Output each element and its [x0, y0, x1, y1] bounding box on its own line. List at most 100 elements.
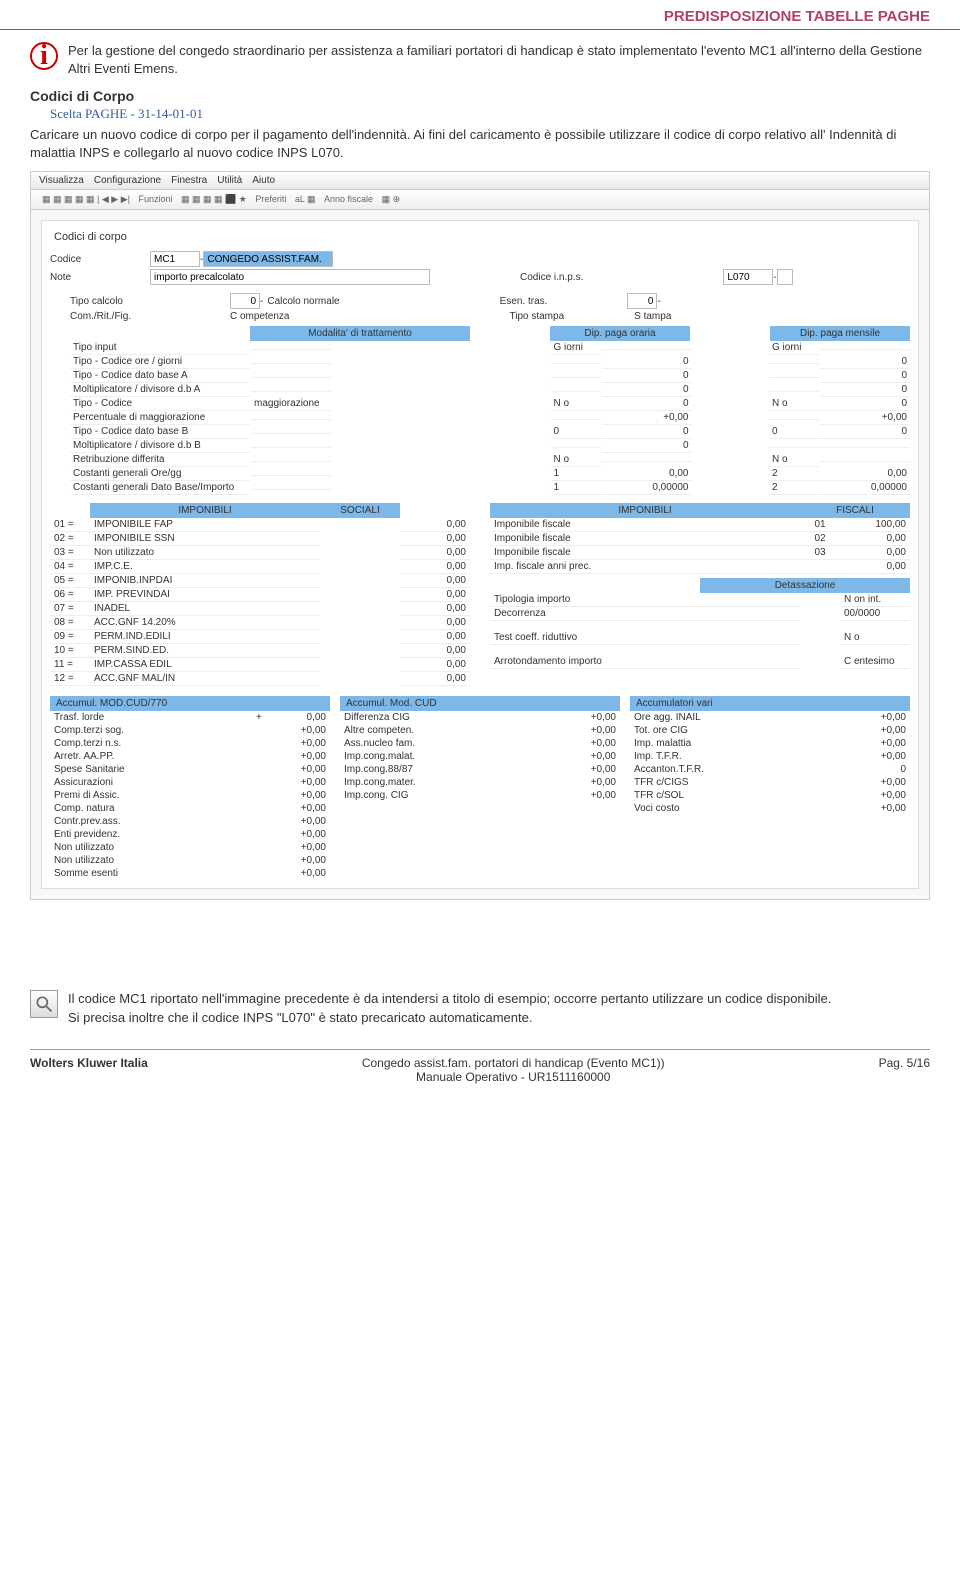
tipo-calc-desc: Calcolo normale: [267, 296, 339, 307]
toolbar-btns[interactable]: ▦ ▦ ▦ ▦ ⬛ ★: [181, 194, 249, 204]
inps-label: Codice i.n.p.s.: [520, 272, 583, 283]
panel-title: Codici di corpo: [50, 229, 910, 245]
esen-label: Esen. tras.: [500, 296, 548, 307]
param-row: Tipo - Codice dato base B 00 00: [70, 425, 910, 439]
test: Test coeff. riduttivo: [490, 631, 800, 645]
acc-row: Contr.prev.ass.+0,00: [50, 815, 330, 828]
acc-row: Imp.cong.malat.+0,00: [340, 750, 620, 763]
paragraph: Caricare un nuovo codice di corpo per il…: [30, 126, 930, 161]
acc-row: Spese Sanitarie+0,00: [50, 763, 330, 776]
imp-row: 10 =PERM.SIND.ED.0,00: [50, 644, 470, 658]
toolbar-funzioni: Funzioni: [138, 194, 172, 204]
menu-item[interactable]: Utilità: [217, 175, 242, 186]
param-row: Moltiplicatore / divisore d.b A 0 0: [70, 383, 910, 397]
imp-row: 07 =INADEL0,00: [50, 602, 470, 616]
toolbar-user-icon[interactable]: aL ▦: [295, 194, 318, 204]
acc-row: TFR c/CIGS+0,00: [630, 776, 910, 789]
note-label: Note: [50, 272, 150, 283]
footer-c2: Manuale Operativo - UR1511160000: [362, 1070, 665, 1084]
codice-label: Codice: [50, 254, 150, 265]
imp-row: Imponibile fiscale01100,00: [490, 518, 910, 532]
param-row: Retribuzione differita N o N o: [70, 453, 910, 467]
section-heading: Codici di Corpo: [30, 88, 930, 104]
acc-row: Differenza CIG+0,00: [340, 711, 620, 724]
note-callout: Il codice MC1 riportato nell'immagine pr…: [30, 990, 930, 1026]
imp-row: 08 =ACC.GNF 14.20%0,00: [50, 616, 470, 630]
param-row: Tipo - Codice ore / giorni 0 0: [70, 355, 910, 369]
acc-row: Non utilizzato+0,00: [50, 841, 330, 854]
toolbar-fiscale: Anno fiscale: [324, 194, 373, 204]
footer-left: Wolters Kluwer Italia: [30, 1056, 148, 1084]
footer-c1: Congedo assist.fam. portatori di handica…: [362, 1056, 665, 1070]
com-val: C ompetenza: [230, 311, 289, 322]
acc-row: Ore agg. INAIL+0,00: [630, 711, 910, 724]
acc-row: Imp.cong.mater.+0,00: [340, 776, 620, 789]
imp-row: 04 =IMP.C.E.0,00: [50, 560, 470, 574]
acc-row: Ass.nucleo fam.+0,00: [340, 737, 620, 750]
menu-item[interactable]: Configurazione: [94, 175, 161, 186]
menu-item[interactable]: Aiuto: [252, 175, 275, 186]
menu-item[interactable]: Visualizza: [39, 175, 84, 186]
toolbar[interactable]: ▦ ▦ ▦ ▦ ▦ | ◀ ▶ ▶| Funzioni ▦ ▦ ▦ ▦ ⬛ ★ …: [31, 190, 929, 210]
info-text: Per la gestione del congedo straordinari…: [68, 42, 930, 78]
imp-row: 11 =IMP.CASSA EDIL0,00: [50, 658, 470, 672]
note-text-1: Il codice MC1 riportato nell'immagine pr…: [68, 990, 831, 1008]
param-row: Moltiplicatore / divisore d.b B 0: [70, 439, 910, 453]
codice-desc-input[interactable]: [203, 251, 333, 267]
acc-h1: Accumul. MOD.CUD/770: [50, 696, 330, 711]
acc-row: Imp. malattia+0,00: [630, 737, 910, 750]
esen-input[interactable]: [627, 293, 657, 309]
inps-input[interactable]: [723, 269, 773, 285]
toolbar-end[interactable]: ▦ ⊕: [382, 194, 401, 204]
arrot-v: C entesimo: [840, 655, 910, 669]
menu-item[interactable]: Finestra: [171, 175, 207, 186]
param-row: Tipo - Codicemaggiorazione N o0 N o0: [70, 397, 910, 411]
imp-row: Imp. fiscale anni prec.0,00: [490, 560, 910, 574]
toolbar-icons[interactable]: ▦ ▦ ▦ ▦ ▦ | ◀ ▶ ▶|: [42, 194, 132, 204]
acc-row: Imp. T.F.R.+0,00: [630, 750, 910, 763]
hdr-mens: Dip. paga mensile: [770, 326, 910, 341]
hdr-mod: Modalita' di trattamento: [250, 326, 470, 341]
acc-h2: Accumul. Mod. CUD: [340, 696, 620, 711]
imp-row: 03 =Non utilizzato0,00: [50, 546, 470, 560]
tipost-label: Tipo stampa: [509, 311, 564, 322]
hdr-or: Dip. paga oraria: [550, 326, 690, 341]
imp-row: 05 =IMPONIB.INPDAI0,00: [50, 574, 470, 588]
acc-row: Tot. ore CIG+0,00: [630, 724, 910, 737]
param-row: Tipo - Codice dato base A 0 0: [70, 369, 910, 383]
acc-row: Arretr. AA.PP.+0,00: [50, 750, 330, 763]
tipo-calc-input[interactable]: [230, 293, 260, 309]
imp-h4: FISCALI: [800, 503, 910, 518]
page-footer: Wolters Kluwer Italia Congedo assist.fam…: [30, 1049, 930, 1090]
imp-row: 06 =IMP. PREVINDAI0,00: [50, 588, 470, 602]
imp-row: Imponibile fiscale020,00: [490, 532, 910, 546]
codice-input[interactable]: [150, 251, 200, 267]
imp-h2: SOCIALI: [320, 503, 400, 518]
menubar[interactable]: Visualizza Configurazione Finestra Utilità A…: [31, 172, 929, 190]
info-callout: i Per la gestione del congedo straordina…: [30, 42, 930, 78]
tipo-calc-label: Tipo calcolo: [70, 296, 230, 307]
acc-row: Trasf. lorde+0,00: [50, 711, 330, 724]
arrot: Arrotondamento importo: [490, 655, 800, 669]
note-input[interactable]: [150, 269, 430, 285]
imp-row: 12 =ACC.GNF MAL/IN0,00: [50, 672, 470, 686]
test-v: N o: [840, 631, 910, 645]
page-header: PREDISPOSIZIONE TABELLE PAGHE: [0, 0, 960, 30]
inps-ext[interactable]: [777, 269, 793, 285]
decorr-v: 00/0000: [840, 607, 910, 621]
acc-row: Assicurazioni+0,00: [50, 776, 330, 789]
acc-row: Somme esenti+0,00: [50, 867, 330, 880]
footer-right: Pag. 5/16: [879, 1056, 930, 1084]
imp-row: 09 =PERM.IND.EDILI0,00: [50, 630, 470, 644]
imp-row: 02 =IMPONIBILE SSN0,00: [50, 532, 470, 546]
acc-row: Voci costo+0,00: [630, 802, 910, 815]
param-row: Percentuale di maggiorazione +0,00 +0,00: [70, 411, 910, 425]
info-icon: i: [30, 42, 58, 70]
note-text-2: Si precisa inoltre che il codice INPS "L…: [68, 1009, 831, 1027]
sub-heading: Scelta PAGHE - 31-14-01-01: [50, 106, 930, 122]
imp-row: 01 =IMPONIBILE FAP0,00: [50, 518, 470, 532]
magnifier-icon: [30, 990, 58, 1018]
decorr: Decorrenza: [490, 607, 800, 621]
param-row: Tipo input G iorni G iorni: [70, 341, 910, 355]
acc-row: Imp.cong.88/87+0,00: [340, 763, 620, 776]
